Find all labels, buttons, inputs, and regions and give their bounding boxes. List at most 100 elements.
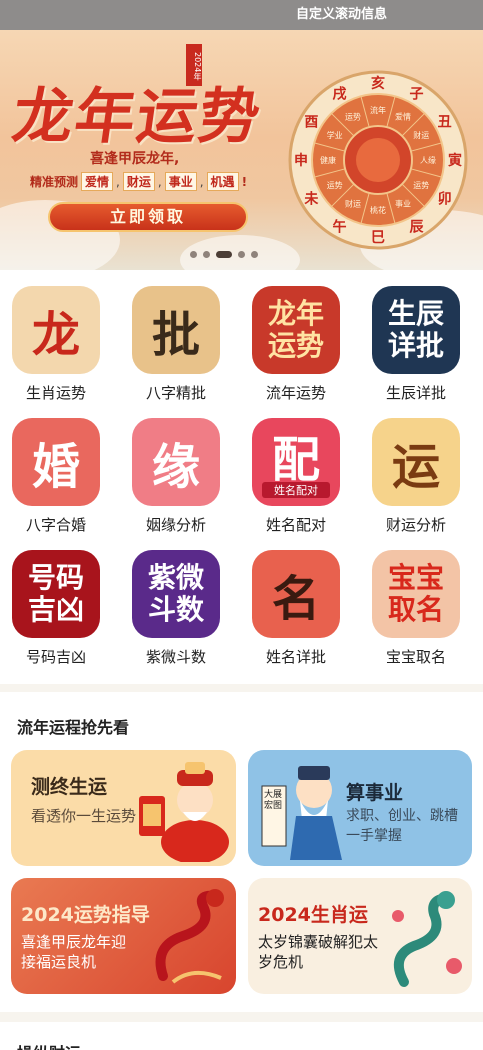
icon-glyph: 龙 xyxy=(31,307,80,363)
fate-blossom-icon[interactable]: 缘 xyxy=(132,418,220,506)
tag-opportunity: 机遇 xyxy=(206,172,239,191)
carousel-dot[interactable] xyxy=(251,251,258,258)
service-item[interactable]: 名姓名详批 xyxy=(240,534,350,666)
service-item[interactable]: 生辰详批 生辰详批 xyxy=(360,270,470,402)
bazi-scroll-icon[interactable]: 批 xyxy=(132,286,220,374)
zodiac-branch-label: 卯 xyxy=(438,192,452,208)
service-label: 宝宝取名 xyxy=(385,648,446,666)
service-label: 生肖运势 xyxy=(25,384,86,402)
icon-glyph: 号码吉凶 xyxy=(27,561,84,626)
service-item[interactable]: 缘姻缘分析 xyxy=(120,402,230,534)
name-brush-icon[interactable]: 名 xyxy=(252,550,340,638)
wheel-inner-label: 事业 xyxy=(395,198,411,208)
carousel-dots[interactable] xyxy=(190,251,258,258)
card-title: 测终生运 xyxy=(31,776,108,798)
baby-tiger-icon[interactable]: 宝宝取名 xyxy=(372,550,460,638)
tagline-tail: ! xyxy=(241,174,248,189)
wheel-inner-label: 流年 xyxy=(370,105,386,115)
carousel-dot[interactable] xyxy=(203,251,210,258)
icon-glyph: 生辰详批 xyxy=(387,297,444,362)
card-desc: 喜逢甲辰龙年迎接福运良机 xyxy=(21,933,127,971)
service-label: 八字精批 xyxy=(145,384,206,402)
wheel-inner-label: 运势 xyxy=(413,180,429,190)
banner-title: 龙年运势 xyxy=(8,82,267,152)
icon-glyph: 宝宝取名 xyxy=(387,561,444,626)
carousel-dot[interactable] xyxy=(238,251,245,258)
birth-yinyang-icon[interactable]: 生辰详批 xyxy=(372,286,460,374)
app-page: 自定义滚动信息 2024年 龙年运势 喜逢甲辰龙年, 精准预测 爱情, 财运, … xyxy=(0,0,483,1050)
zodiac-branch-label: 子 xyxy=(410,86,424,102)
fortune-guide-2024-card[interactable]: 2024运势指导 喜逢甲辰龙年迎接福运良机 xyxy=(11,878,236,994)
icon-glyph: 配 xyxy=(271,432,320,488)
claim-now-button[interactable]: 立即领取 xyxy=(48,202,248,232)
wheel-inner-label: 健康 xyxy=(320,155,336,165)
dragon-zodiac-icon[interactable]: 龙 xyxy=(12,286,100,374)
zodiac-branch-label: 寅 xyxy=(448,152,462,169)
service-item[interactable]: 配姓名配对 姓名配对 xyxy=(240,402,350,534)
wedding-dress-icon[interactable]: 婚 xyxy=(12,418,100,506)
zodiac-branch-label: 丑 xyxy=(438,115,452,131)
zodiac-branch-label: 酉 xyxy=(304,115,318,131)
service-item[interactable]: 批八字精批 xyxy=(120,270,230,402)
coin-fortune-icon[interactable]: 运 xyxy=(372,418,460,506)
carousel-dot[interactable] xyxy=(190,251,197,258)
banner-tagline: 精准预测 爱情, 财运, 事业, 机遇 ! xyxy=(30,172,247,191)
service-label: 姓名详批 xyxy=(265,648,326,666)
card-title: 算事业 xyxy=(346,782,404,804)
yearly-fortune-icon[interactable]: 龙年运势 xyxy=(252,286,340,374)
zodiac-branch-label: 午 xyxy=(333,219,347,236)
zodiac-branch-label: 申 xyxy=(294,152,308,169)
service-label: 生辰详批 xyxy=(385,384,446,402)
service-item[interactable]: 运财运分析 xyxy=(360,402,470,534)
tagline-lead: 精准预测 xyxy=(30,175,79,189)
next-section: 操纵财运 xyxy=(0,1022,483,1050)
card-title: 2024生肖运 xyxy=(258,904,368,926)
wheel-inner-label: 爱情 xyxy=(395,112,411,122)
service-item[interactable]: 紫微斗数 紫微斗数 xyxy=(120,534,230,666)
lifetime-fortune-card[interactable]: 测终生运 看透你一生运势 xyxy=(11,750,236,866)
banner-subtitle: 喜逢甲辰龙年, xyxy=(90,151,180,167)
wheel-inner-label: 人缘 xyxy=(420,155,436,165)
icon-glyph: 紫微斗数 xyxy=(147,561,204,626)
green-dragon-icon xyxy=(392,891,462,987)
career-card[interactable]: 大展宏图 算事业 求职、创业、跳槽一手掌握 xyxy=(248,750,472,866)
icon-caption: 姓名配对 xyxy=(262,482,330,498)
icon-glyph: 婚 xyxy=(31,439,80,495)
next-section-title: 操纵财运 xyxy=(17,1040,81,1050)
scrolling-notice-bar[interactable]: 自定义滚动信息 xyxy=(0,0,483,30)
service-item[interactable]: 婚八字合婚 xyxy=(0,402,110,534)
service-label: 流年运势 xyxy=(265,384,326,402)
card-desc: 太岁锦囊破解犯太岁危机 xyxy=(258,933,379,971)
zodiac-branch-label: 辰 xyxy=(410,220,425,236)
zodiac-branch-label: 戌 xyxy=(333,85,347,102)
service-item[interactable]: 龙生肖运势 xyxy=(0,270,110,402)
icon-glyph: 缘 xyxy=(151,439,200,495)
wheel-inner-label: 运势 xyxy=(345,112,361,122)
ziwei-stars-icon[interactable]: 紫微斗数 xyxy=(132,550,220,638)
name-pair-icon[interactable]: 配姓名配对 xyxy=(252,418,340,506)
zodiac-wheel: 子丑寅卯辰巳午未申酉戌亥 爱情财运人缘运势事业桃花财运运势健康学业运势流年 xyxy=(288,70,468,250)
carousel-dot[interactable] xyxy=(216,251,232,258)
service-label: 姻缘分析 xyxy=(145,516,206,534)
wheel-inner-label: 运势 xyxy=(327,180,343,190)
card-desc: 求职、创业、跳槽一手掌握 xyxy=(346,808,458,844)
fortune-preview-section: 流年运程抢先看 测终生运 看透你一生运势 大展宏图 算事业 求职、创业、跳槽一手… xyxy=(0,692,483,1012)
service-label: 紫微斗数 xyxy=(145,648,206,666)
service-label: 财运分析 xyxy=(385,516,446,534)
promo-banner[interactable]: 2024年 龙年运势 喜逢甲辰龙年, 精准预测 爱情, 财运, 事业, 机遇 !… xyxy=(0,30,483,270)
number-luck-icon[interactable]: 号码吉凶 xyxy=(12,550,100,638)
service-grid: 龙生肖运势批八字精批 龙年运势 流年运势 生辰详批 生辰详批婚八字合婚缘姻缘分析配姓名配… xyxy=(0,270,483,684)
card-title: 2024运势指导 xyxy=(21,904,150,926)
wheel-inner-label: 财运 xyxy=(345,198,361,208)
service-item[interactable]: 龙年运势 流年运势 xyxy=(240,270,350,402)
icon-glyph: 批 xyxy=(151,307,200,363)
wheel-inner-label: 财运 xyxy=(413,130,429,140)
card-desc: 看透你一生运势 xyxy=(31,807,137,825)
zodiac-fortune-2024-card[interactable]: 2024生肖运 太岁锦囊破解犯太岁危机 xyxy=(248,878,472,994)
zodiac-branch-label: 亥 xyxy=(371,75,385,92)
section-title: 流年运程抢先看 xyxy=(17,718,130,737)
service-item[interactable]: 号码吉凶 号码吉凶 xyxy=(0,534,110,666)
icon-glyph: 龙年运势 xyxy=(267,297,324,362)
service-label: 八字合婚 xyxy=(25,516,86,534)
service-item[interactable]: 宝宝取名 宝宝取名 xyxy=(360,534,470,666)
